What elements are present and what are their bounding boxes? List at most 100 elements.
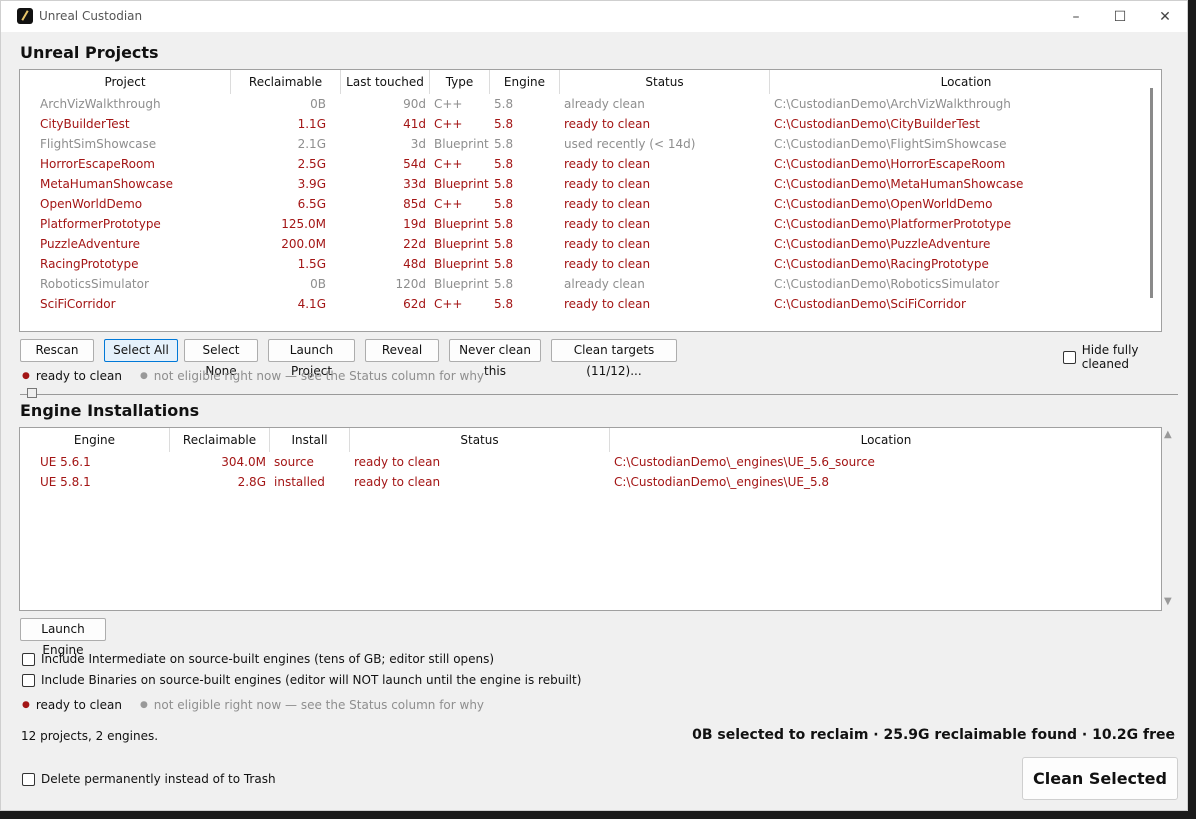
table-row[interactable]: OpenWorldDemo 6.5G 85d C++ 5.8 ready to clean… <box>20 194 1161 214</box>
project-last-touched: 85d <box>403 197 426 211</box>
projects-table[interactable]: Project Reclaimable Last touched Type En… <box>19 69 1162 332</box>
project-reclaimable: 2.1G <box>297 137 326 151</box>
legend-ready: ready to clean <box>35 698 122 712</box>
not-eligible-dot-icon: ● <box>139 700 148 710</box>
project-type: Blueprint <box>434 137 489 151</box>
project-name: RoboticsSimulator <box>40 277 149 291</box>
splitter-handle[interactable] <box>27 388 37 398</box>
include-binaries-label: Include Binaries on source-built engines… <box>41 673 582 687</box>
project-engine: 5.8 <box>494 237 514 251</box>
table-row[interactable]: SciFiCorridor 4.1G 62d C++ 5.8 ready to clean… <box>20 294 1161 314</box>
hide-cleaned-box[interactable] <box>1063 350 1076 364</box>
table-row[interactable]: HorrorEscapeRoom 2.5G 54d C++ 5.8 ready to cl… <box>20 154 1161 174</box>
project-reclaimable: 3.9G <box>297 177 326 191</box>
project-location: C:\CustodianDemo\FlightSimShowcase <box>774 137 1007 151</box>
hide-cleaned-checkbox[interactable]: Hide fully cleaned <box>1063 343 1187 371</box>
col-type[interactable]: Type <box>430 70 490 94</box>
legend-not-eligible: not eligible right now — see the Status … <box>153 369 485 383</box>
table-row[interactable]: RoboticsSimulator 0B 120d Blueprint 5.8 alrea… <box>20 274 1161 294</box>
project-status: already clean <box>564 277 645 291</box>
table-row[interactable]: UE 5.6.1 304.0M source ready to clean C:\Cus… <box>20 452 1161 472</box>
include-binaries-box[interactable] <box>22 673 35 687</box>
scroll-up-icon[interactable]: ▲ <box>1164 429 1172 440</box>
include-intermediate-box[interactable] <box>22 652 35 666</box>
project-engine: 5.8 <box>494 177 514 191</box>
col-status[interactable]: Status <box>560 70 770 94</box>
col-install[interactable]: Install <box>270 428 350 452</box>
col-engine-location[interactable]: Location <box>610 428 1162 452</box>
project-location: C:\CustodianDemo\RoboticsSimulator <box>774 277 1000 291</box>
project-name: ArchVizWalkthrough <box>40 97 161 111</box>
projects-table-header: Project Reclaimable Last touched Type En… <box>20 70 1161 94</box>
include-intermediate-checkbox[interactable]: Include Intermediate on source-built eng… <box>22 652 494 666</box>
delete-permanently-box[interactable] <box>22 772 35 786</box>
projects-scrollbar[interactable] <box>1150 88 1153 298</box>
clean-targets-button[interactable]: Clean targets (11/12)... <box>551 339 677 378</box>
legend-not-eligible: not eligible right now — see the Status … <box>153 698 485 712</box>
select-all-button[interactable]: Select All <box>104 339 178 362</box>
select-none-button[interactable]: Select None <box>184 339 258 378</box>
col-reclaimable[interactable]: Reclaimable <box>231 70 341 94</box>
scroll-down-icon[interactable]: ▼ <box>1164 596 1172 607</box>
minimize-icon[interactable]: – <box>1053 1 1099 32</box>
project-location: C:\CustodianDemo\HorrorEscapeRoom <box>774 157 1006 171</box>
table-row[interactable]: ArchVizWalkthrough 0B 90d C++ 5.8 already cle… <box>20 94 1161 114</box>
col-location[interactable]: Location <box>770 70 1162 94</box>
col-engine-name[interactable]: Engine <box>20 428 170 452</box>
engines-table[interactable]: Engine Reclaimable Install Status Locati… <box>19 427 1162 611</box>
delete-permanently-checkbox[interactable]: Delete permanently instead of to Trash <box>22 772 276 786</box>
not-eligible-dot-icon: ● <box>139 371 148 381</box>
engines-table-header: Engine Reclaimable Install Status Locati… <box>20 428 1161 452</box>
engine-name: UE 5.6.1 <box>40 455 91 469</box>
table-row[interactable]: PlatformerPrototype 125.0M 19d Blueprint 5.8… <box>20 214 1161 234</box>
project-last-touched: 90d <box>403 97 426 111</box>
table-row[interactable]: FlightSimShowcase 2.1G 3d Blueprint 5.8 used … <box>20 134 1161 154</box>
launch-engine-button[interactable]: Launch Engine <box>20 618 106 657</box>
project-location: C:\CustodianDemo\RacingPrototype <box>774 257 989 271</box>
project-reclaimable: 0B <box>310 277 326 291</box>
project-status: ready to clean <box>564 297 651 311</box>
reveal-button[interactable]: Reveal <box>365 339 439 362</box>
col-last-touched[interactable]: Last touched <box>341 70 430 94</box>
launch-project-button[interactable]: Launch Project <box>268 339 355 378</box>
project-reclaimable: 6.5G <box>297 197 326 211</box>
table-row[interactable]: PuzzleAdventure 200.0M 22d Blueprint 5.8 read… <box>20 234 1161 254</box>
legend-ready: ready to clean <box>35 369 122 383</box>
project-last-touched: 54d <box>403 157 426 171</box>
app-icon <box>17 8 33 24</box>
projects-legend: ● ready to clean ● not eligible right no… <box>22 369 484 383</box>
project-location: C:\CustodianDemo\OpenWorldDemo <box>774 197 993 211</box>
col-engine-reclaimable[interactable]: Reclaimable <box>170 428 270 452</box>
col-engine-status[interactable]: Status <box>350 428 610 452</box>
project-status: ready to clean <box>564 177 651 191</box>
table-row[interactable]: UE 5.8.1 2.8G installed ready to clean C:\Cu… <box>20 472 1161 492</box>
project-status: ready to clean <box>564 257 651 271</box>
engine-reclaimable: 2.8G <box>237 475 266 489</box>
never-clean-button[interactable]: Never clean this <box>449 339 541 378</box>
hide-cleaned-label: Hide fully cleaned <box>1081 343 1139 371</box>
project-reclaimable: 1.1G <box>297 117 326 131</box>
col-engine[interactable]: Engine <box>490 70 560 94</box>
rescan-button[interactable]: Rescan <box>20 339 94 362</box>
ready-dot-icon: ● <box>22 700 30 710</box>
clean-selected-button[interactable]: Clean Selected <box>1022 757 1178 800</box>
maximize-icon[interactable]: ☐ <box>1097 1 1143 32</box>
project-status: ready to clean <box>564 117 651 131</box>
engine-status: ready to clean <box>354 475 441 489</box>
project-status: ready to clean <box>564 157 651 171</box>
project-last-touched: 48d <box>403 257 426 271</box>
project-engine: 5.8 <box>494 137 514 151</box>
project-engine: 5.8 <box>494 157 514 171</box>
project-name: FlightSimShowcase <box>40 137 157 151</box>
table-row[interactable]: MetaHumanShowcase 3.9G 33d Blueprint 5.8 read… <box>20 174 1161 194</box>
col-project[interactable]: Project <box>20 70 231 94</box>
table-row[interactable]: CityBuilderTest 1.1G 41d C++ 5.8 ready to cle… <box>20 114 1161 134</box>
pane-splitter[interactable] <box>20 389 1178 395</box>
include-binaries-checkbox[interactable]: Include Binaries on source-built engines… <box>22 673 581 687</box>
table-row[interactable]: RacingPrototype 1.5G 48d Blueprint 5.8 ready … <box>20 254 1161 274</box>
project-reclaimable: 4.1G <box>297 297 326 311</box>
project-location: C:\CustodianDemo\MetaHumanShowcase <box>774 177 1024 191</box>
engine-name: UE 5.8.1 <box>40 475 91 489</box>
close-icon[interactable]: ✕ <box>1142 1 1188 32</box>
project-engine: 5.8 <box>494 197 514 211</box>
